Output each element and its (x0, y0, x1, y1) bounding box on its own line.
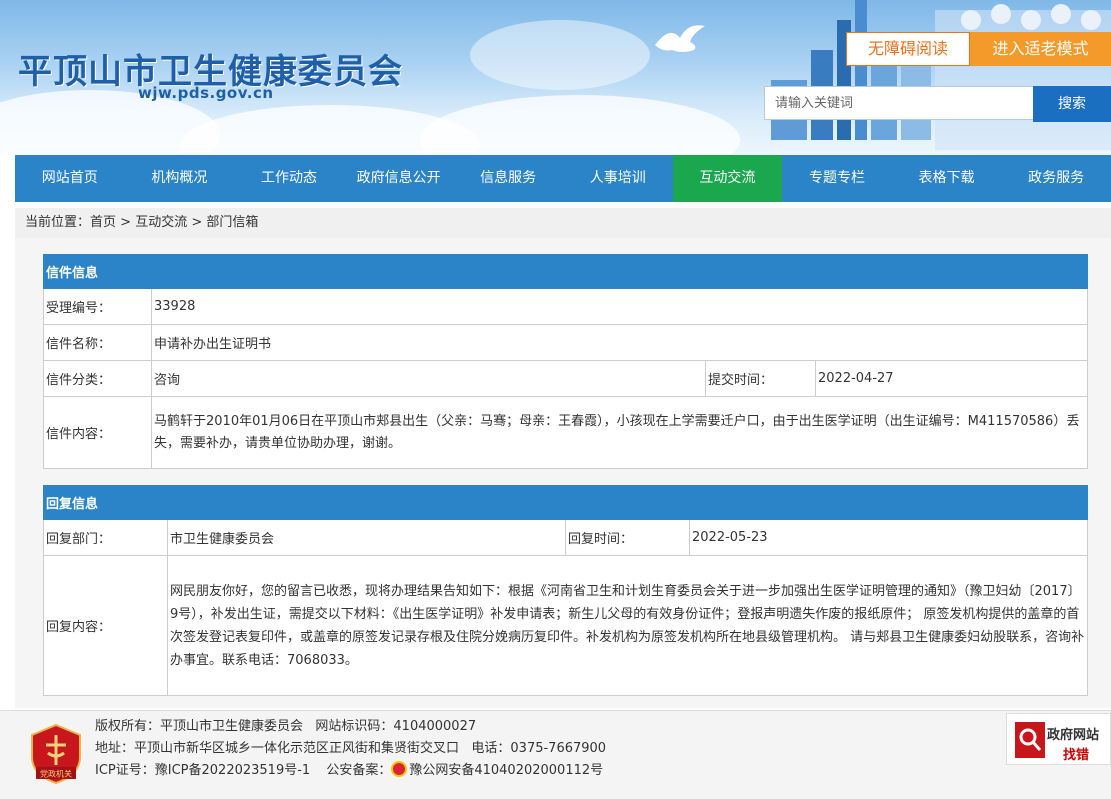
letter-content-label: 信件内容： (43, 396, 152, 469)
nav-item-interaction[interactable]: 互动交流 (672, 155, 783, 202)
cloud-decoration (420, 95, 740, 155)
reply-info-table: 回复信息 回复部门： 市卫生健康委员会 回复时间： 2022-05-23 回复内… (43, 485, 1088, 696)
search-button[interactable]: 搜索 (1033, 86, 1111, 122)
site-domain: wjw.pds.gov.cn (138, 84, 274, 102)
reply-info-heading: 回复信息 (43, 485, 1088, 520)
footer-police-link[interactable]: 豫公网安备41040202000112号 (409, 763, 603, 778)
footer-record: ICP证号：豫ICP备2022023519号-1 公安备案： 豫公网安备41040… (95, 760, 606, 782)
nav-item-hr[interactable]: 人事培训 (563, 155, 673, 202)
breadcrumb-separator: > (187, 215, 207, 230)
letter-name-value: 申请补办出生证明书 (151, 324, 1088, 361)
reply-content-value: 网民朋友你好，您的留言已收悉，现将办理结果告知如下：根据《河南省卫生和计划生育委… (167, 555, 1088, 696)
nav-item-public-info[interactable]: 政府信息公开 (344, 155, 454, 202)
dove-icon (655, 25, 705, 52)
nav-item-overview[interactable]: 机构概况 (125, 155, 235, 202)
letter-info-table: 信件信息 受理编号： 33928 信件名称： 申请补办出生证明书 信件分类： 咨… (43, 254, 1088, 469)
cloud-decoration (470, 20, 650, 90)
breadcrumb-separator: > (116, 215, 136, 230)
reply-dept-value: 市卫生健康委员会 (167, 519, 566, 556)
footer-icp-link[interactable]: ICP证号：豫ICP备2022023519号-1 (95, 763, 310, 778)
breadcrumb-home-link[interactable]: 首页 (90, 215, 116, 230)
find-error-bottom-text: 找错 (1063, 748, 1090, 763)
footer-copyright: 版权所有：平顶山市卫生健康委员会 网站标识码：4104000027 (95, 719, 477, 734)
nav-item-info-service[interactable]: 信息服务 (453, 155, 563, 202)
footer-address: 地址：平顶山市新华区城乡一体化示范区正风街和集贤街交叉口 电话：0375-766… (95, 741, 607, 756)
nav-item-gov-service[interactable]: 政务服务 (1001, 155, 1111, 202)
nav-item-news[interactable]: 工作动态 (234, 155, 344, 202)
find-error-button[interactable]: 政府网站 找错 (1006, 713, 1111, 765)
nav-item-home[interactable]: 网站首页 (15, 155, 125, 202)
accessibility-button[interactable]: 无障碍阅读 (846, 32, 970, 66)
police-badge-icon (391, 761, 408, 777)
party-government-emblem-icon[interactable]: 党政机关 (28, 723, 84, 785)
find-error-top-text: 政府网站 (1047, 728, 1100, 743)
letter-content-value: 马鹤轩于2010年01月06日在平顶山市郏县出生（父亲：马骞；母亲：王春霞），小… (151, 396, 1088, 469)
letter-name-label: 信件名称： (43, 324, 152, 361)
footer: 党政机关 版权所有：平顶山市卫生健康委员会 网站标识码：4104000027 地… (0, 710, 1111, 799)
nav-item-special[interactable]: 专题专栏 (782, 155, 892, 202)
magnifier-icon (1015, 722, 1045, 758)
letter-category-value: 咨询 (151, 360, 706, 397)
footer-info: 版权所有：平顶山市卫生健康委员会 网站标识码：4104000027 地址：平顶山… (95, 716, 606, 782)
letter-id-value: 33928 (151, 288, 1088, 325)
elder-mode-button[interactable]: 进入适老模式 (970, 32, 1111, 66)
letter-submit-time-value: 2022-04-27 (815, 360, 1088, 397)
letter-id-label: 受理编号： (43, 288, 152, 325)
emblem-text: 党政机关 (40, 769, 72, 779)
breadcrumb-current[interactable]: 部门信箱 (206, 215, 258, 230)
reply-dept-label: 回复部门： (43, 519, 168, 556)
city-skyline-icon (771, 0, 1111, 150)
main-nav: 网站首页 机构概况 工作动态 政府信息公开 信息服务 人事培训 互动交流 专题专… (15, 155, 1111, 202)
reply-time-value: 2022-05-23 (689, 519, 1088, 556)
letter-submit-time-label: 提交时间： (705, 360, 816, 397)
header-banner: 平顶山市卫生健康委员会 wjw.pds.gov.cn 无障碍阅读 进入适老模式 … (0, 0, 1111, 155)
breadcrumb-section-link[interactable]: 互动交流 (135, 215, 187, 230)
reply-time-label: 回复时间： (565, 519, 690, 556)
letter-category-label: 信件分类： (43, 360, 152, 397)
footer-police-label: 公安备案： (326, 763, 392, 778)
search-input[interactable] (764, 86, 1034, 120)
breadcrumb: 当前位置：首页 > 互动交流 > 部门信箱 (15, 208, 1111, 238)
nav-item-forms[interactable]: 表格下载 (892, 155, 1002, 202)
letter-info-heading: 信件信息 (43, 254, 1088, 289)
reply-content-label: 回复内容： (43, 555, 168, 696)
breadcrumb-prefix: 当前位置： (25, 215, 91, 230)
